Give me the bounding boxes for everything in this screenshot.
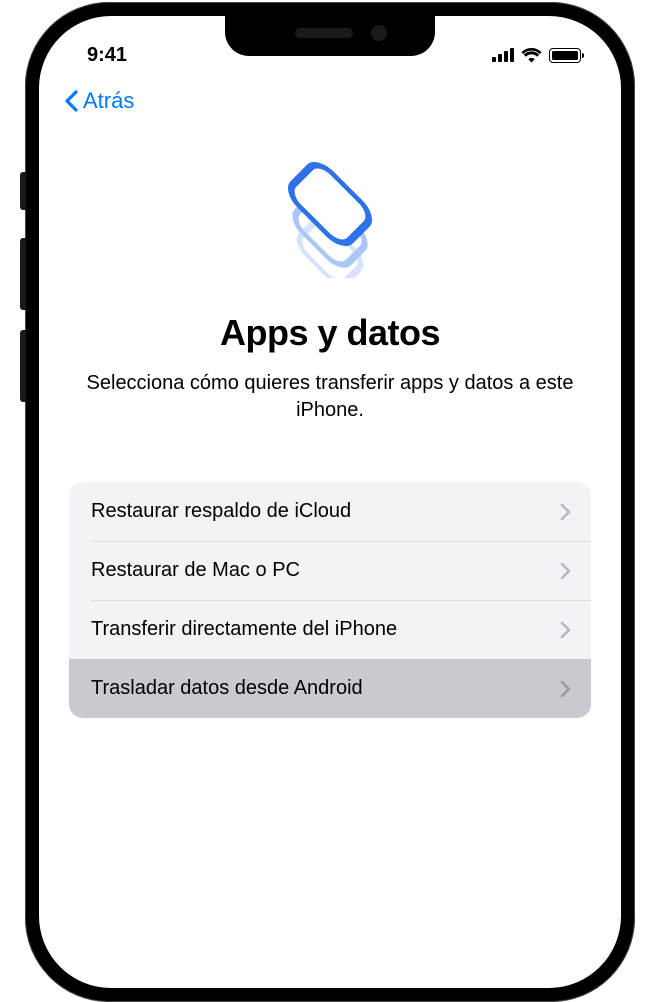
chevron-right-icon [560,680,571,698]
back-label: Atrás [83,88,134,114]
chevron-right-icon [560,503,571,521]
screen: 9:41 Atrás [39,16,621,988]
cellular-signal-icon [492,48,514,62]
content: Apps y datos Selecciona cómo quieres tra… [39,118,621,718]
chevron-left-icon [63,89,79,113]
option-label: Restaurar respaldo de iCloud [91,500,351,523]
page-title: Apps y datos [69,312,591,354]
transfer-option[interactable]: Transferir directamente del iPhone [69,600,591,659]
phone-frame: 9:41 Atrás [25,2,635,1002]
chevron-right-icon [560,621,571,639]
back-button[interactable]: Atrás [63,88,134,114]
status-time: 9:41 [87,44,127,67]
option-label: Transferir directamente del iPhone [91,618,397,641]
option-label: Trasladar datos desde Android [91,677,363,700]
option-label: Restaurar de Mac o PC [91,559,300,582]
transfer-options-list: Restaurar respaldo de iCloud Restaurar de… [69,482,591,718]
page-subtitle: Selecciona cómo quieres transferir apps … [69,370,591,424]
transfer-option[interactable]: Restaurar respaldo de iCloud [69,482,591,541]
wifi-icon [521,48,542,63]
phone-physical-buttons [20,172,26,422]
notch [225,16,435,56]
battery-icon [549,48,581,63]
apps-data-stack-icon [69,160,591,278]
transfer-option[interactable]: Restaurar de Mac o PC [69,541,591,600]
chevron-right-icon [560,562,571,580]
nav-bar: Atrás [39,74,621,118]
transfer-option[interactable]: Trasladar datos desde Android [69,659,591,718]
status-indicators [492,48,581,63]
